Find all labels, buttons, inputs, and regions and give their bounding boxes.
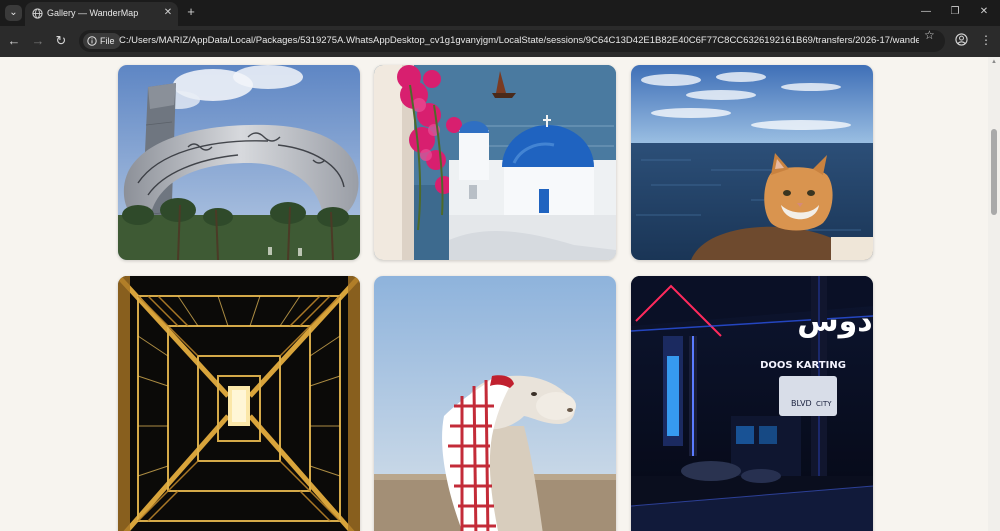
street-sign-latin: BLVD (791, 399, 812, 408)
doos-karting-neon-photo: دوس DOOS KARTING BLVD CITY (631, 276, 873, 531)
gallery-card-cat[interactable] (631, 65, 873, 260)
gallery-card-santorini[interactable] (374, 65, 616, 260)
window-close-icon[interactable]: ✕ (974, 4, 994, 20)
museum-of-the-future-photo (118, 65, 360, 260)
globe-icon (32, 8, 43, 19)
toolbar: ← → ↻ File C:/Users/MARIZ/AppData/Local/… (0, 26, 1000, 57)
cat-by-the-sea-photo (631, 65, 873, 260)
tab-gallery[interactable]: Gallery — WanderMap ✕ (25, 2, 178, 26)
gallery-card-museum[interactable] (118, 65, 360, 260)
street-sign-latin-2: CITY (816, 400, 832, 408)
url-text[interactable]: C:/Users/MARIZ/AppData/Local/Packages/53… (119, 35, 919, 46)
tab-strip: ⌄ Gallery — WanderMap ✕ + — ❐ ✕ (0, 0, 1000, 26)
chevron-down-icon[interactable]: ⌄ (5, 5, 22, 21)
restore-icon[interactable]: ❐ (945, 4, 965, 20)
star-icon[interactable]: ☆ (924, 28, 935, 42)
site-chip-label: File (100, 36, 115, 46)
plus-icon[interactable]: + (184, 5, 198, 19)
page-viewport: دوس DOOS KARTING BLVD CITY ▲ (0, 57, 1000, 531)
neon-sign-latin: DOOS KARTING (760, 360, 846, 371)
minimize-icon[interactable]: — (916, 4, 936, 20)
address-bar[interactable]: File C:/Users/MARIZ/AppData/Local/Packag… (79, 30, 945, 52)
reload-icon[interactable]: ↻ (53, 33, 69, 49)
scroll-up-arrow-icon[interactable]: ▲ (990, 59, 998, 65)
gallery-card-camel[interactable] (374, 276, 616, 531)
profile-icon[interactable] (955, 33, 968, 46)
browser-chrome: ⌄ Gallery — WanderMap ✕ + — ❐ ✕ ← → ↻ Fi… (0, 0, 1000, 57)
tab-title: Gallery — WanderMap (47, 8, 139, 18)
eiffel-tower-underside-photo (118, 276, 360, 531)
scrollbar-thumb[interactable] (991, 129, 997, 215)
arrow-right-icon[interactable]: → (30, 33, 46, 49)
close-icon[interactable]: ✕ (162, 6, 174, 20)
info-icon (87, 36, 97, 46)
camel-with-keffiyeh-photo (374, 276, 616, 531)
arrow-left-icon[interactable]: ← (6, 33, 22, 49)
gallery-card-eiffel[interactable] (118, 276, 360, 531)
santorini-blue-dome-photo (374, 65, 616, 260)
neon-sign-arabic: دوس (797, 304, 872, 339)
kebab-menu-icon[interactable]: ⋮ (980, 33, 992, 47)
site-info-chip[interactable]: File (83, 33, 121, 49)
gallery-card-karting[interactable]: دوس DOOS KARTING BLVD CITY (631, 276, 873, 531)
